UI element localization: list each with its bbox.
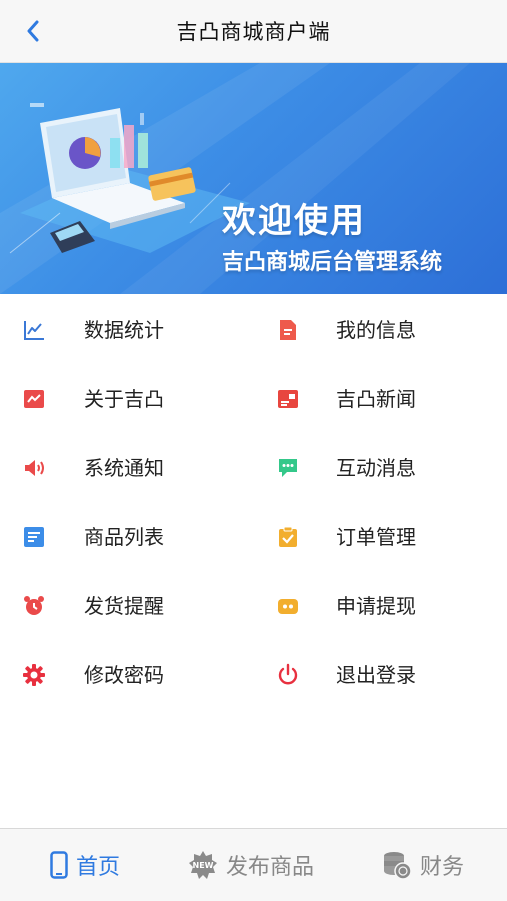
menu-item-label: 关于吉凸	[84, 387, 164, 411]
gear-icon	[23, 664, 45, 686]
list-icon	[24, 527, 44, 547]
menu-item-messages[interactable]: 互动消息	[254, 443, 507, 493]
svg-text:NEW: NEW	[193, 861, 214, 870]
banner-welcome: 欢迎使用	[222, 201, 366, 241]
menu-item-label: 互动消息	[336, 456, 416, 480]
menu-item-label: 修改密码	[84, 663, 164, 687]
menu-item-orders[interactable]: 订单管理	[254, 512, 507, 562]
tab-finance[interactable]: 财务	[382, 829, 464, 901]
coins-icon	[384, 852, 412, 880]
phone-icon	[50, 851, 68, 879]
menu-item-logout[interactable]: 退出登录	[254, 650, 507, 700]
tab-label: 发布商品	[226, 855, 315, 880]
tab-home[interactable]: 首页	[50, 829, 120, 901]
menu-item-label: 我的信息	[336, 318, 416, 342]
banner-system-name: 吉凸商城后台管理系统	[222, 250, 443, 275]
back-button[interactable]	[18, 16, 48, 46]
menu-item-label: 订单管理	[336, 525, 416, 549]
speaker-icon	[25, 460, 44, 476]
menu-item-label: 吉凸新闻	[336, 387, 416, 411]
welcome-banner: 欢迎使用 吉凸商城后台管理系统	[0, 63, 507, 294]
tab-label: 财务	[420, 855, 465, 880]
trend-icon	[24, 390, 44, 408]
menu-item-product-list[interactable]: 商品列表	[0, 512, 253, 562]
tab-publish-product[interactable]: NEW 发布商品	[188, 829, 314, 901]
menu-item-statistics[interactable]: 数据统计	[0, 305, 253, 355]
clipboard-check-icon	[279, 526, 297, 547]
tab-label: 首页	[76, 855, 121, 880]
menu-item-withdraw[interactable]: 申请提现	[254, 581, 507, 631]
bottom-tab-bar: 首页 NEW 发布商品 财务	[0, 828, 507, 901]
page-title: 吉凸商城商户端	[176, 20, 331, 44]
menu-item-news[interactable]: 吉凸新闻	[254, 374, 507, 424]
menu-item-label: 数据统计	[84, 318, 164, 342]
alarm-clock-icon	[24, 596, 44, 615]
chevron-left-icon	[27, 20, 39, 42]
document-icon	[280, 320, 296, 340]
app-header: 吉凸商城商户端	[0, 0, 507, 63]
menu-item-label: 申请提现	[336, 594, 416, 618]
chat-icon	[279, 459, 297, 477]
menu-item-label: 发货提醒	[84, 594, 164, 618]
new-badge-icon: NEW	[189, 851, 217, 879]
menu-item-about[interactable]: 关于吉凸	[0, 374, 253, 424]
line-chart-icon	[24, 321, 44, 340]
menu-item-my-info[interactable]: 我的信息	[254, 305, 507, 355]
menu-item-label: 退出登录	[336, 663, 416, 687]
menu-item-label: 系统通知	[84, 456, 164, 480]
menu-item-notifications[interactable]: 系统通知	[0, 443, 253, 493]
power-icon	[278, 663, 298, 685]
news-icon	[278, 390, 298, 408]
menu-item-shipping-reminder[interactable]: 发货提醒	[0, 581, 253, 631]
menu-item-change-password[interactable]: 修改密码	[0, 650, 253, 700]
wallet-icon	[278, 599, 298, 614]
menu-item-label: 商品列表	[84, 525, 164, 549]
